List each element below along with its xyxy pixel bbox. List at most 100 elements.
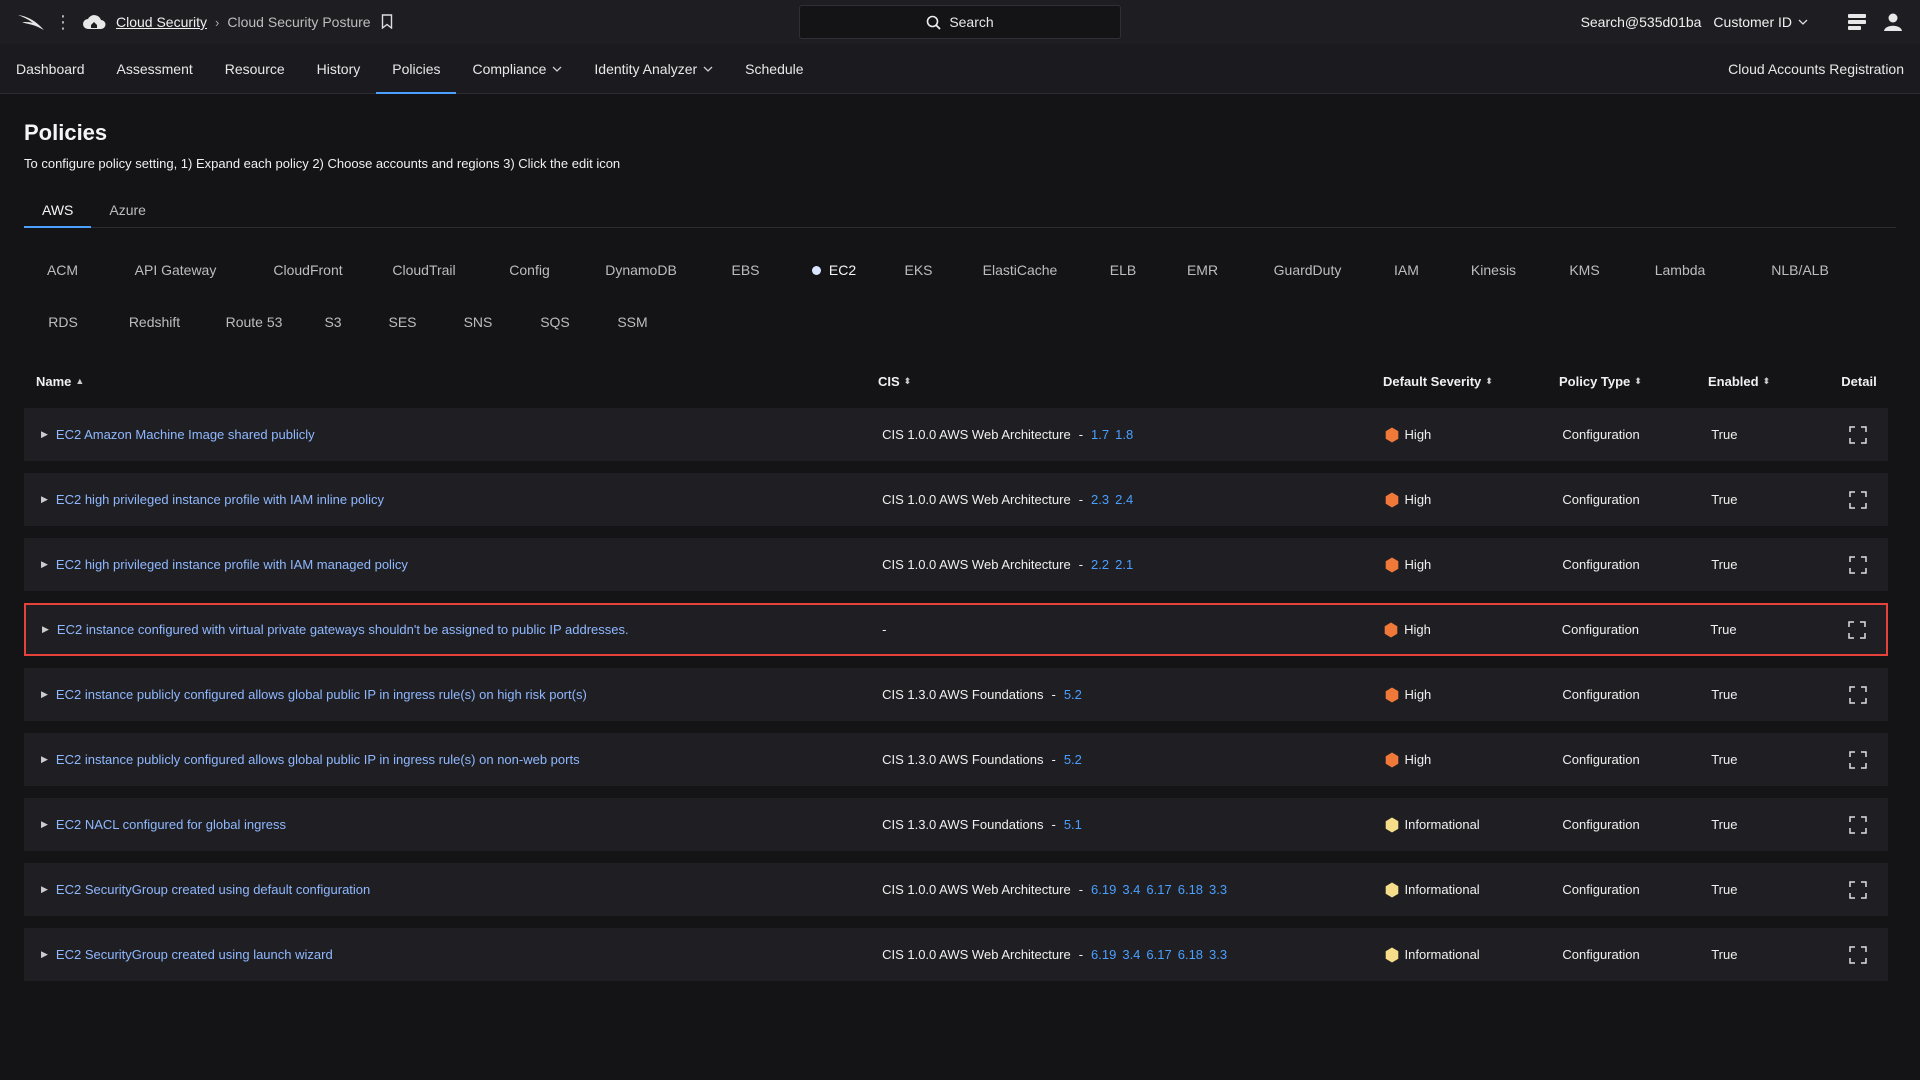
expand-detail-icon[interactable]: [1849, 750, 1867, 769]
table-row[interactable]: ▶ EC2 instance publicly configured allow…: [24, 668, 1888, 721]
service-filter-cloudtrail[interactable]: CloudTrail: [366, 244, 482, 296]
cis-reference-link[interactable]: 6.17: [1146, 882, 1171, 897]
cis-reference-link[interactable]: 6.19: [1091, 947, 1116, 962]
expand-detail-icon[interactable]: [1849, 815, 1867, 834]
service-filter-acm[interactable]: ACM: [24, 244, 101, 296]
table-row[interactable]: ▶ EC2 high privileged instance profile w…: [24, 473, 1888, 526]
policy-name[interactable]: EC2 Amazon Machine Image shared publicly: [56, 427, 315, 442]
policy-name-cell[interactable]: ▶ EC2 high privileged instance profile w…: [25, 492, 878, 507]
policy-name[interactable]: EC2 SecurityGroup created using default …: [56, 882, 370, 897]
policy-name-cell[interactable]: ▶ EC2 Amazon Machine Image shared public…: [25, 427, 878, 442]
expand-caret-icon[interactable]: ▶: [42, 624, 49, 635]
expand-detail-icon[interactable]: [1849, 685, 1867, 704]
service-filter-ssm[interactable]: SSM: [594, 296, 671, 348]
service-filter-ebs[interactable]: EBS: [705, 244, 786, 296]
service-filter-elasticache[interactable]: ElastiCache: [955, 244, 1085, 296]
cis-reference-link[interactable]: 3.4: [1122, 947, 1140, 962]
tab-identity-analyzer[interactable]: Identity Analyzer: [578, 44, 729, 93]
policy-name[interactable]: EC2 high privileged instance profile wit…: [56, 492, 384, 507]
service-filter-sns[interactable]: SNS: [440, 296, 516, 348]
cis-reference-link[interactable]: 5.2: [1064, 752, 1082, 767]
service-filter-route-53[interactable]: Route 53: [207, 296, 301, 348]
service-filter-eks[interactable]: EKS: [882, 244, 955, 296]
service-filter-rds[interactable]: RDS: [24, 296, 102, 348]
cis-reference-link[interactable]: 2.4: [1115, 492, 1133, 507]
cis-reference-link[interactable]: 6.18: [1178, 947, 1203, 962]
table-row[interactable]: ▶ EC2 instance configured with virtual p…: [24, 603, 1888, 656]
service-filter-kms[interactable]: KMS: [1545, 244, 1624, 296]
tab-schedule[interactable]: Schedule: [729, 44, 819, 93]
policy-name-cell[interactable]: ▶ EC2 NACL configured for global ingress: [25, 817, 878, 832]
cis-reference-link[interactable]: 3.4: [1122, 882, 1140, 897]
cis-reference-link[interactable]: 1.7: [1091, 427, 1109, 442]
column-severity[interactable]: Default Severity ⬍: [1383, 374, 1559, 389]
service-filter-guardduty[interactable]: GuardDuty: [1244, 244, 1371, 296]
service-filter-elb[interactable]: ELB: [1085, 244, 1161, 296]
table-row[interactable]: ▶ EC2 instance publicly configured allow…: [24, 733, 1888, 786]
service-filter-s3[interactable]: S3: [301, 296, 365, 348]
policy-name-cell[interactable]: ▶ EC2 SecurityGroup created using launch…: [25, 947, 878, 962]
tab-aws[interactable]: AWS: [24, 193, 92, 228]
tab-assessment[interactable]: Assessment: [101, 44, 209, 93]
expand-detail-icon[interactable]: [1849, 555, 1867, 574]
service-filter-lambda[interactable]: Lambda: [1624, 244, 1736, 296]
user-account[interactable]: Search@535d01ba: [1581, 14, 1702, 30]
policy-name-cell[interactable]: ▶ EC2 instance publicly configured allow…: [25, 752, 878, 767]
cis-reference-link[interactable]: 5.2: [1064, 687, 1082, 702]
menu-kebab-icon[interactable]: ⋮: [54, 13, 72, 31]
policy-name[interactable]: EC2 instance publicly configured allows …: [56, 687, 587, 702]
service-filter-iam[interactable]: IAM: [1371, 244, 1442, 296]
expand-caret-icon[interactable]: ▶: [41, 819, 48, 830]
falcon-logo-icon[interactable]: [16, 10, 50, 34]
expand-detail-icon[interactable]: [1849, 425, 1867, 444]
cis-reference-link[interactable]: 5.1: [1064, 817, 1082, 832]
policy-name-cell[interactable]: ▶ EC2 high privileged instance profile w…: [25, 557, 878, 572]
expand-detail-icon[interactable]: [1849, 880, 1867, 899]
expand-detail-icon[interactable]: [1849, 490, 1867, 509]
bookmark-icon[interactable]: [381, 14, 395, 30]
service-filter-config[interactable]: Config: [482, 244, 577, 296]
cis-reference-link[interactable]: 2.1: [1115, 557, 1133, 572]
service-filter-sqs[interactable]: SQS: [516, 296, 594, 348]
service-filter-emr[interactable]: EMR: [1161, 244, 1244, 296]
column-cis[interactable]: CIS ⬍: [878, 374, 1383, 389]
policy-name[interactable]: EC2 SecurityGroup created using launch w…: [56, 947, 333, 962]
breadcrumb-cloud-security[interactable]: Cloud Security: [116, 14, 207, 30]
cis-reference-link[interactable]: 2.2: [1091, 557, 1109, 572]
customer-id-dropdown[interactable]: Customer ID: [1713, 14, 1808, 30]
tab-policies[interactable]: Policies: [376, 44, 457, 94]
policy-name[interactable]: EC2 instance configured with virtual pri…: [57, 622, 629, 637]
table-row[interactable]: ▶ EC2 high privileged instance profile w…: [24, 538, 1888, 591]
table-row[interactable]: ▶ EC2 Amazon Machine Image shared public…: [24, 408, 1888, 461]
cis-reference-link[interactable]: 6.19: [1091, 882, 1116, 897]
expand-caret-icon[interactable]: ▶: [41, 884, 48, 895]
tab-resource[interactable]: Resource: [209, 44, 301, 93]
expand-caret-icon[interactable]: ▶: [41, 429, 48, 440]
expand-caret-icon[interactable]: ▶: [41, 754, 48, 765]
cis-reference-link[interactable]: 1.8: [1115, 427, 1133, 442]
expand-caret-icon[interactable]: ▶: [41, 559, 48, 570]
service-filter-redshift[interactable]: Redshift: [102, 296, 207, 348]
table-row[interactable]: ▶ EC2 SecurityGroup created using defaul…: [24, 863, 1888, 916]
policy-name-cell[interactable]: ▶ EC2 instance publicly configured allow…: [25, 687, 878, 702]
service-filter-api-gateway[interactable]: API Gateway: [101, 244, 250, 296]
global-search-button[interactable]: Search: [799, 5, 1121, 39]
notifications-stack-icon[interactable]: [1846, 11, 1868, 33]
cis-reference-link[interactable]: 6.18: [1178, 882, 1203, 897]
service-filter-nlb-alb[interactable]: NLB/ALB: [1736, 244, 1864, 296]
cis-reference-link[interactable]: 6.17: [1146, 947, 1171, 962]
expand-caret-icon[interactable]: ▶: [41, 494, 48, 505]
service-filter-dynamodb[interactable]: DynamoDB: [577, 244, 705, 296]
cis-reference-link[interactable]: 2.3: [1091, 492, 1109, 507]
policy-name-cell[interactable]: ▶ EC2 SecurityGroup created using defaul…: [25, 882, 878, 897]
service-filter-kinesis[interactable]: Kinesis: [1442, 244, 1545, 296]
table-row[interactable]: ▶ EC2 SecurityGroup created using launch…: [24, 928, 1888, 981]
expand-detail-icon[interactable]: [1849, 945, 1867, 964]
user-profile-icon[interactable]: [1882, 11, 1904, 33]
tab-azure[interactable]: Azure: [91, 193, 164, 227]
service-filter-ec2[interactable]: EC2: [786, 244, 882, 296]
policy-name-cell[interactable]: ▶ EC2 instance configured with virtual p…: [26, 622, 878, 637]
service-filter-cloudfront[interactable]: CloudFront: [250, 244, 366, 296]
cloud-accounts-registration-link[interactable]: Cloud Accounts Registration: [1728, 44, 1920, 93]
column-name[interactable]: Name ▲: [24, 374, 878, 389]
